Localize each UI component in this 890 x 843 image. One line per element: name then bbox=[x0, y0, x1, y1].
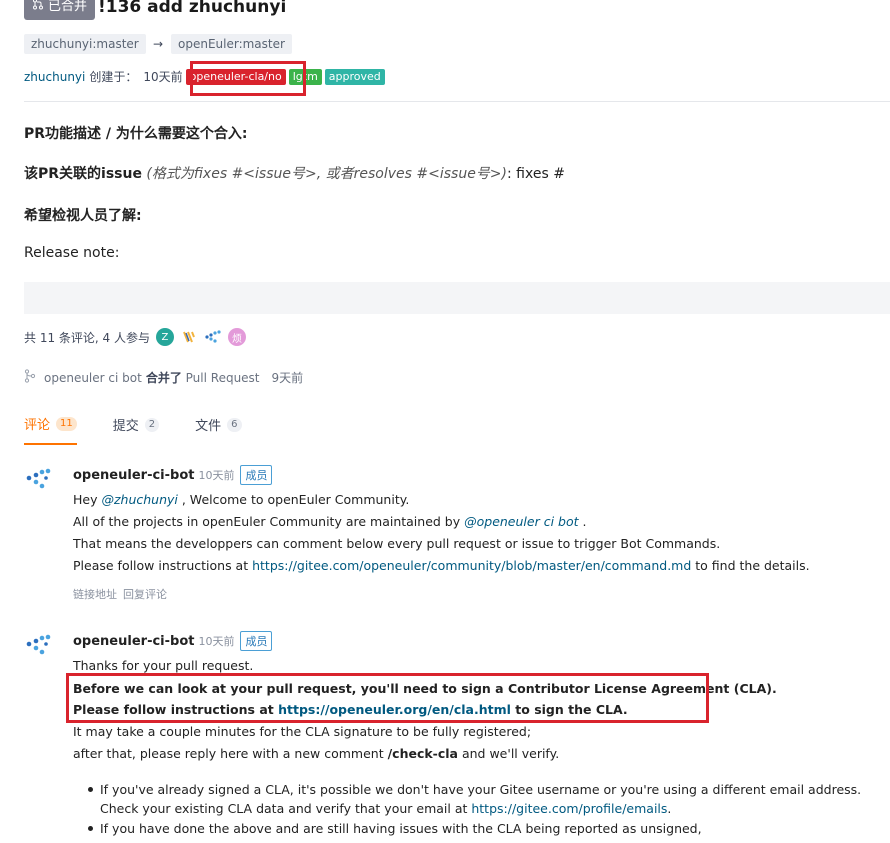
desc-line-release: Release note: bbox=[24, 245, 120, 261]
highlight-box-cla-text bbox=[66, 673, 709, 723]
created-label: 创建于： bbox=[89, 70, 138, 84]
comment-line: Please follow instructions at https://gi… bbox=[73, 558, 810, 573]
desc-line-purpose: PR功能描述 / 为什么需要这个合入: bbox=[24, 126, 248, 142]
pr-title: !136 add zhuchunyi bbox=[98, 0, 287, 17]
member-badge: 成员 bbox=[240, 465, 273, 485]
event-object: Pull Request bbox=[185, 371, 260, 385]
author-link[interactable]: zhuchunyi bbox=[24, 68, 85, 86]
permalink-button[interactable]: 链接地址 bbox=[73, 586, 117, 602]
list-item: If you have done the above and are still… bbox=[100, 821, 702, 836]
merge-icon bbox=[32, 0, 44, 20]
desc-line-review: 希望检视人员了解: bbox=[24, 208, 142, 224]
tab-comments[interactable]: 评论 11 bbox=[24, 414, 77, 445]
desc-line-issue: 该PR关联的issue (格式为fixes #<issue号>, 或者resol… bbox=[24, 166, 565, 182]
comment-author[interactable]: openeuler-ci-bot bbox=[73, 634, 194, 649]
tab-count: 2 bbox=[144, 417, 160, 432]
merge-icon bbox=[24, 369, 36, 386]
command-doc-link[interactable]: https://gitee.com/openeuler/community/bl… bbox=[252, 558, 691, 573]
bullet-dot bbox=[88, 787, 93, 792]
participants-summary: 共 11 条评论, 4 人参与 bbox=[24, 330, 150, 345]
pr-tabs: 评论 11 提交 2 文件 6 bbox=[24, 414, 242, 445]
mention-link[interactable]: @zhuchunyi bbox=[101, 492, 177, 507]
mention-link[interactable]: @openeuler ci bot bbox=[464, 514, 578, 529]
comment-header: openeuler-ci-bot 10天前 成员 bbox=[73, 631, 273, 651]
member-badge: 成员 bbox=[240, 631, 273, 651]
tab-files[interactable]: 文件 6 bbox=[195, 414, 242, 445]
source-branch[interactable]: zhuchunyi:master bbox=[24, 34, 146, 54]
event-time: 9天前 bbox=[271, 371, 304, 385]
avatar[interactable]: 烦 bbox=[227, 328, 246, 346]
merged-event: openeuler ci bot 合并了 Pull Request 9天前 bbox=[24, 369, 303, 386]
emails-link[interactable]: https://gitee.com/profile/emails bbox=[471, 801, 667, 816]
comment-author[interactable]: openeuler-ci-bot bbox=[73, 468, 194, 483]
bot-avatar[interactable] bbox=[24, 634, 52, 662]
comment-actions: 链接地址 回复评论 bbox=[73, 586, 167, 602]
event-actor[interactable]: openeuler ci bot bbox=[44, 371, 142, 385]
bullet-dot bbox=[88, 826, 93, 831]
tab-count: 11 bbox=[56, 416, 77, 431]
empty-code-block bbox=[24, 282, 890, 314]
comment-line: Hey @zhuchunyi , Welcome to openEuler Co… bbox=[73, 492, 410, 507]
list-item: If you've already signed a CLA, it's pos… bbox=[100, 782, 862, 816]
branch-arrow: → bbox=[153, 37, 164, 51]
status-text: 已合并 bbox=[48, 0, 88, 14]
reply-button[interactable]: 回复评论 bbox=[123, 586, 167, 602]
comment-line: after that, please reply here with a new… bbox=[73, 746, 560, 761]
event-action: 合并了 bbox=[145, 371, 182, 385]
avatar[interactable] bbox=[203, 328, 222, 346]
comment-header: openeuler-ci-bot 10天前 成员 bbox=[73, 465, 273, 485]
merged-status-badge: 已合并 bbox=[24, 0, 96, 20]
comment-time: 10天前 bbox=[198, 635, 235, 648]
tab-commits[interactable]: 提交 2 bbox=[113, 414, 160, 445]
comment-line: It may take a couple minutes for the CLA… bbox=[73, 724, 532, 739]
comment-line: All of the projects in openEuler Communi… bbox=[73, 514, 587, 529]
avatar[interactable] bbox=[179, 328, 198, 346]
created-time: 10天前 bbox=[143, 70, 183, 84]
bot-avatar[interactable] bbox=[24, 468, 52, 496]
comment-time: 10天前 bbox=[198, 469, 235, 482]
tab-count: 6 bbox=[227, 417, 242, 432]
participants-row: 共 11 条评论, 4 人参与 Z 烦 bbox=[24, 328, 246, 346]
highlight-box-cla-label bbox=[190, 61, 306, 96]
avatar[interactable]: Z bbox=[155, 328, 174, 346]
label-approved[interactable]: approved bbox=[324, 69, 385, 85]
target-branch[interactable]: openEuler:master bbox=[171, 34, 292, 54]
check-cla-command: /check-cla bbox=[387, 746, 458, 761]
comment-line: That means the developpers can comment b… bbox=[73, 536, 721, 551]
header-divider bbox=[24, 101, 890, 102]
